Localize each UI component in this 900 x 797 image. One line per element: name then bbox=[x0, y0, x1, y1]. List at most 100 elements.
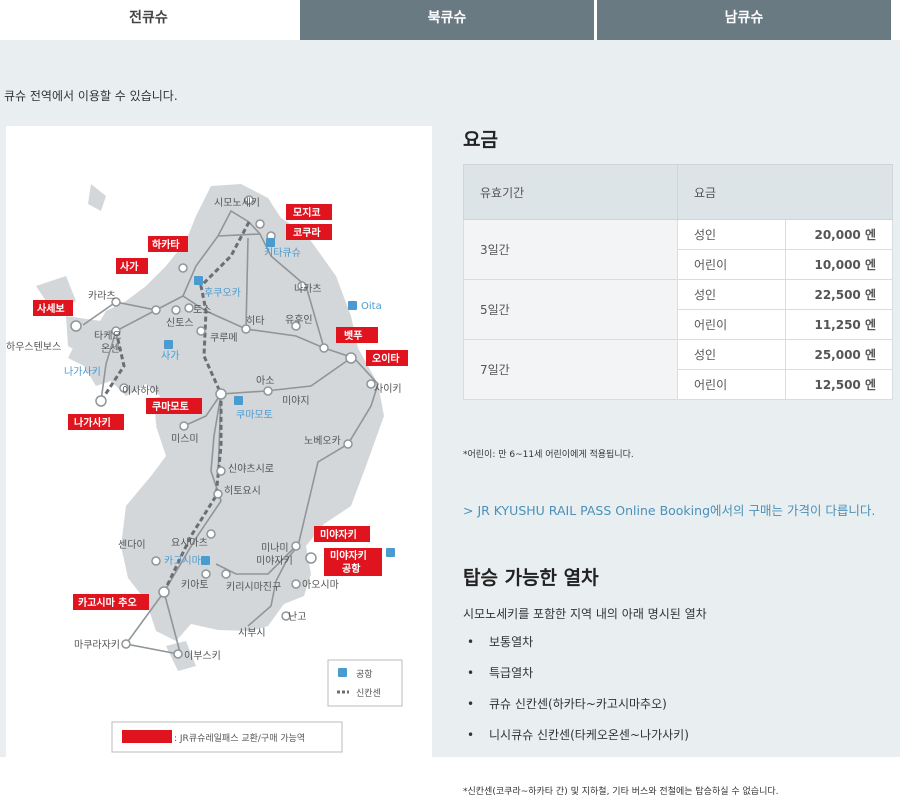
svg-text:카고시마: 카고시마 bbox=[164, 555, 201, 567]
svg-text:쿠루메: 쿠루메 bbox=[210, 332, 238, 344]
svg-text:쿠마모토: 쿠마모토 bbox=[152, 400, 189, 413]
svg-text:요시마츠: 요시마츠 bbox=[171, 537, 208, 549]
train-type: 니시큐슈 신칸센(타케오온센~나가사키) bbox=[489, 728, 689, 742]
shinkansen-note: *신칸센(코쿠라~하카타 간) 및 지하철, 기타 버스와 전철에는 탑승하실 … bbox=[463, 787, 779, 797]
fare-price: 10,000 엔 bbox=[785, 249, 893, 280]
svg-text:난고: 난고 bbox=[288, 611, 306, 623]
trains-list: • 보통열차 • 특급열차 • 큐슈 신칸센(하카타~카고시마추오) • 니시큐슈 신칸… bbox=[463, 627, 689, 751]
table-row: 7일간 성인 25,000 엔 bbox=[463, 339, 893, 400]
svg-text:나가사키: 나가사키 bbox=[64, 366, 101, 378]
tab-all-kyushu[interactable]: 전큐슈 bbox=[0, 0, 297, 40]
svg-text:모지코: 모지코 bbox=[293, 206, 321, 219]
svg-text:아소: 아소 bbox=[256, 375, 274, 387]
svg-text:하카타: 하카타 bbox=[152, 238, 180, 251]
booking-link[interactable]: > JR KYUSHU RAIL PASS Online Booking에서의 … bbox=[463, 500, 888, 522]
period-5day: 5일간 bbox=[463, 279, 678, 340]
svg-text:히타: 히타 bbox=[246, 315, 264, 327]
bullet-icon: • bbox=[467, 728, 475, 742]
fare-kind: 어린이 bbox=[677, 369, 786, 400]
svg-text:사세보: 사세보 bbox=[37, 302, 65, 315]
svg-text:타케오: 타케오 bbox=[94, 330, 122, 342]
train-type: 큐슈 신칸센(하카타~카고시마추오) bbox=[489, 697, 667, 711]
svg-text:센다이: 센다이 bbox=[118, 539, 146, 551]
trains-title: 탑승 가능한 열차 bbox=[463, 567, 599, 589]
svg-text:신토스: 신토스 bbox=[166, 317, 194, 329]
fare-price: 12,500 엔 bbox=[785, 369, 893, 400]
header-fare: 요금 bbox=[677, 164, 893, 220]
svg-text:아오시마: 아오시마 bbox=[302, 579, 339, 591]
svg-text:벳푸: 벳푸 bbox=[344, 329, 362, 342]
train-type: 보통열차 bbox=[489, 635, 534, 649]
region-tabs: 전큐슈 북큐슈 남큐슈 bbox=[0, 0, 900, 40]
svg-text:코쿠라: 코쿠라 bbox=[293, 226, 321, 239]
trains-description: 시모노세키를 포함한 지역 내의 아래 명시된 열차 bbox=[463, 607, 707, 621]
content-panel: 큐슈 전역에서 이용할 수 있습니다. 시모노세키 키타큐슈 나카츠 후쿠오카 … bbox=[0, 40, 900, 797]
tab-south-kyushu[interactable]: 남큐슈 bbox=[594, 0, 891, 40]
svg-text:미야자키: 미야자키 bbox=[330, 549, 367, 562]
table-row: 5일간 성인 22,500 엔 bbox=[463, 279, 893, 340]
svg-text:쿠마모토: 쿠마모토 bbox=[236, 409, 273, 421]
svg-text:나카츠: 나카츠 bbox=[294, 283, 322, 295]
svg-text:사이키: 사이키 bbox=[374, 383, 402, 395]
svg-text:마쿠라자키: 마쿠라자키 bbox=[74, 639, 120, 651]
svg-text:카라츠: 카라츠 bbox=[88, 290, 116, 302]
header-period: 유효기간 bbox=[463, 164, 678, 220]
bullet-icon: • bbox=[467, 697, 475, 711]
svg-text:카고시마 추오: 카고시마 추오 bbox=[78, 596, 137, 609]
svg-text:키타큐슈: 키타큐슈 bbox=[264, 247, 301, 259]
svg-text:미야자키: 미야자키 bbox=[320, 528, 357, 541]
train-type: 특급열차 bbox=[489, 666, 534, 680]
fare-kind: 어린이 bbox=[677, 249, 786, 280]
svg-text:신야츠시로: 신야츠시로 bbox=[228, 463, 274, 475]
fare-price: 22,500 엔 bbox=[785, 279, 893, 310]
svg-text:온센: 온센 bbox=[101, 343, 119, 355]
svg-text:시모노세키: 시모노세키 bbox=[214, 197, 260, 209]
svg-text:공항: 공항 bbox=[356, 669, 373, 680]
tab-north-kyushu[interactable]: 북큐슈 bbox=[297, 0, 594, 40]
svg-text:나가사키: 나가사키 bbox=[74, 416, 111, 429]
svg-text:미야지: 미야지 bbox=[282, 395, 310, 407]
bullet-icon: • bbox=[467, 666, 475, 680]
svg-text:오이타: 오이타 bbox=[372, 352, 400, 365]
svg-text:미나미: 미나미 bbox=[261, 542, 289, 554]
table-row: 3일간 성인 20,000 엔 bbox=[463, 219, 893, 280]
map-legend: 공항 신칸센 : JR큐슈레일패스 교환/구매 가능역 bbox=[111, 659, 403, 753]
list-item: • 보통열차 bbox=[463, 627, 689, 658]
fare-table: 유효기간 요금 3일간 성인 20,000 엔 어린이 10,000 엔 5일간… bbox=[463, 164, 893, 400]
svg-text:시부시: 시부시 bbox=[238, 627, 266, 639]
svg-text:키아토: 키아토 bbox=[181, 579, 209, 591]
bullet-icon: • bbox=[467, 635, 475, 649]
intro-text: 큐슈 전역에서 이용할 수 있습니다. bbox=[4, 89, 178, 103]
list-item: • 특급열차 bbox=[463, 658, 689, 689]
fare-title: 요금 bbox=[463, 129, 498, 151]
svg-text:후쿠오카: 후쿠오카 bbox=[204, 287, 241, 299]
svg-text:이부스키: 이부스키 bbox=[184, 650, 221, 662]
svg-text:미야자키: 미야자키 bbox=[256, 555, 293, 567]
svg-text:: JR큐슈레일패스 교환/구매 가능역: : JR큐슈레일패스 교환/구매 가능역 bbox=[174, 732, 305, 744]
svg-text:Oita: Oita bbox=[361, 301, 382, 312]
fare-kind: 어린이 bbox=[677, 309, 786, 340]
fare-price: 25,000 엔 bbox=[785, 339, 893, 370]
route-map: 시모노세키 키타큐슈 나카츠 후쿠오카 카라츠 토스 신토스 타케오 온센 하우… bbox=[6, 126, 432, 757]
svg-text:사가: 사가 bbox=[161, 350, 179, 362]
svg-text:키리시마진구: 키리시마진구 bbox=[226, 581, 281, 593]
list-item: • 큐슈 신칸센(하카타~카고시마추오) bbox=[463, 689, 689, 720]
fare-kind: 성인 bbox=[677, 219, 786, 250]
svg-text:유후인: 유후인 bbox=[285, 314, 313, 326]
fare-table-header: 유효기간 요금 bbox=[463, 164, 893, 220]
svg-text:공항: 공항 bbox=[342, 562, 361, 575]
child-note: *어린이: 만 6~11세 어린이에게 적용됩니다. bbox=[463, 450, 634, 460]
list-item: • 니시큐슈 신칸센(타케오온센~나가사키) bbox=[463, 720, 689, 751]
svg-text:사가: 사가 bbox=[120, 260, 139, 273]
period-7day: 7일간 bbox=[463, 339, 678, 400]
fare-kind: 성인 bbox=[677, 339, 786, 370]
fare-price: 11,250 엔 bbox=[785, 309, 893, 340]
svg-text:히토요시: 히토요시 bbox=[224, 485, 261, 497]
info-column: 요금 유효기간 요금 3일간 성인 20,000 엔 어린이 10,000 엔 … bbox=[463, 125, 895, 797]
svg-text:노베오카: 노베오카 bbox=[304, 435, 341, 447]
svg-text:하우스텐보스: 하우스텐보스 bbox=[6, 340, 61, 353]
fare-price: 20,000 엔 bbox=[785, 219, 893, 250]
svg-text:토스: 토스 bbox=[193, 304, 211, 316]
period-3day: 3일간 bbox=[463, 219, 678, 280]
svg-text:미스미: 미스미 bbox=[171, 433, 199, 445]
